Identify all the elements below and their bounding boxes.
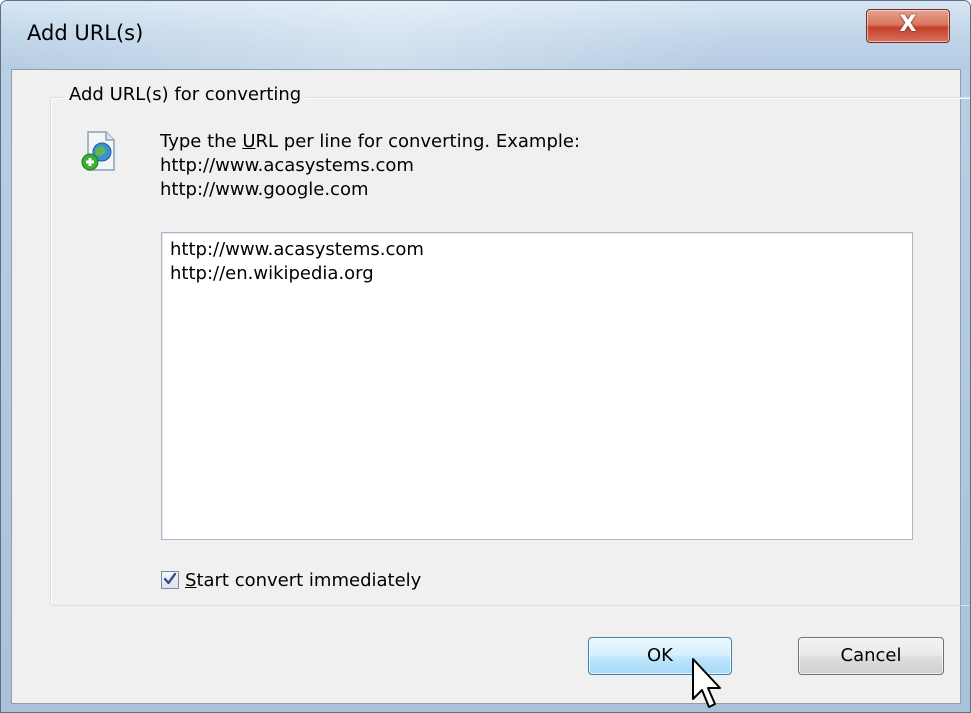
cancel-button[interactable]: Cancel xyxy=(798,637,944,675)
checkmark-icon xyxy=(163,572,177,585)
instruction-line-1-accel: U xyxy=(242,131,256,152)
url-textarea-frame: http://www.acasystems.com http://en.wiki… xyxy=(161,232,918,543)
instruction-line-1-prefix: Type the xyxy=(160,131,243,152)
instruction-example-url-1: http://www.acasystems.com xyxy=(160,155,414,176)
start-convert-label-rest: tart convert immediately xyxy=(196,569,422,591)
start-convert-checkbox[interactable] xyxy=(161,571,179,589)
close-button[interactable]: X xyxy=(866,9,950,43)
dialog-body: Add URL(s) for converting Type the URL p… xyxy=(11,69,970,708)
add-url-globe-icon xyxy=(80,130,120,174)
title-bar[interactable]: Add URL(s) X xyxy=(1,1,970,69)
instruction-example-url-2: http://www.google.com xyxy=(160,179,369,200)
start-convert-label-accel: S xyxy=(185,569,197,591)
window-title: Add URL(s) xyxy=(27,21,144,45)
dialog-window: Add URL(s) X Add URL(s) for converting T… xyxy=(0,0,971,713)
instruction-line-1: Type the URL per line for converting. Ex… xyxy=(160,130,580,154)
start-convert-label: Start convert immediately xyxy=(185,570,421,591)
url-list-input[interactable]: http://www.acasystems.com http://en.wiki… xyxy=(162,233,918,543)
start-convert-checkbox-row[interactable]: Start convert immediately xyxy=(161,568,421,592)
mouse-pointer-icon xyxy=(690,657,726,712)
group-box-label: Add URL(s) for converting xyxy=(65,84,306,105)
instruction-line-1-suffix: RL per line for converting. Example: xyxy=(255,131,581,152)
instructions-text: Type the URL per line for converting. Ex… xyxy=(160,130,580,202)
close-icon: X xyxy=(899,12,917,37)
